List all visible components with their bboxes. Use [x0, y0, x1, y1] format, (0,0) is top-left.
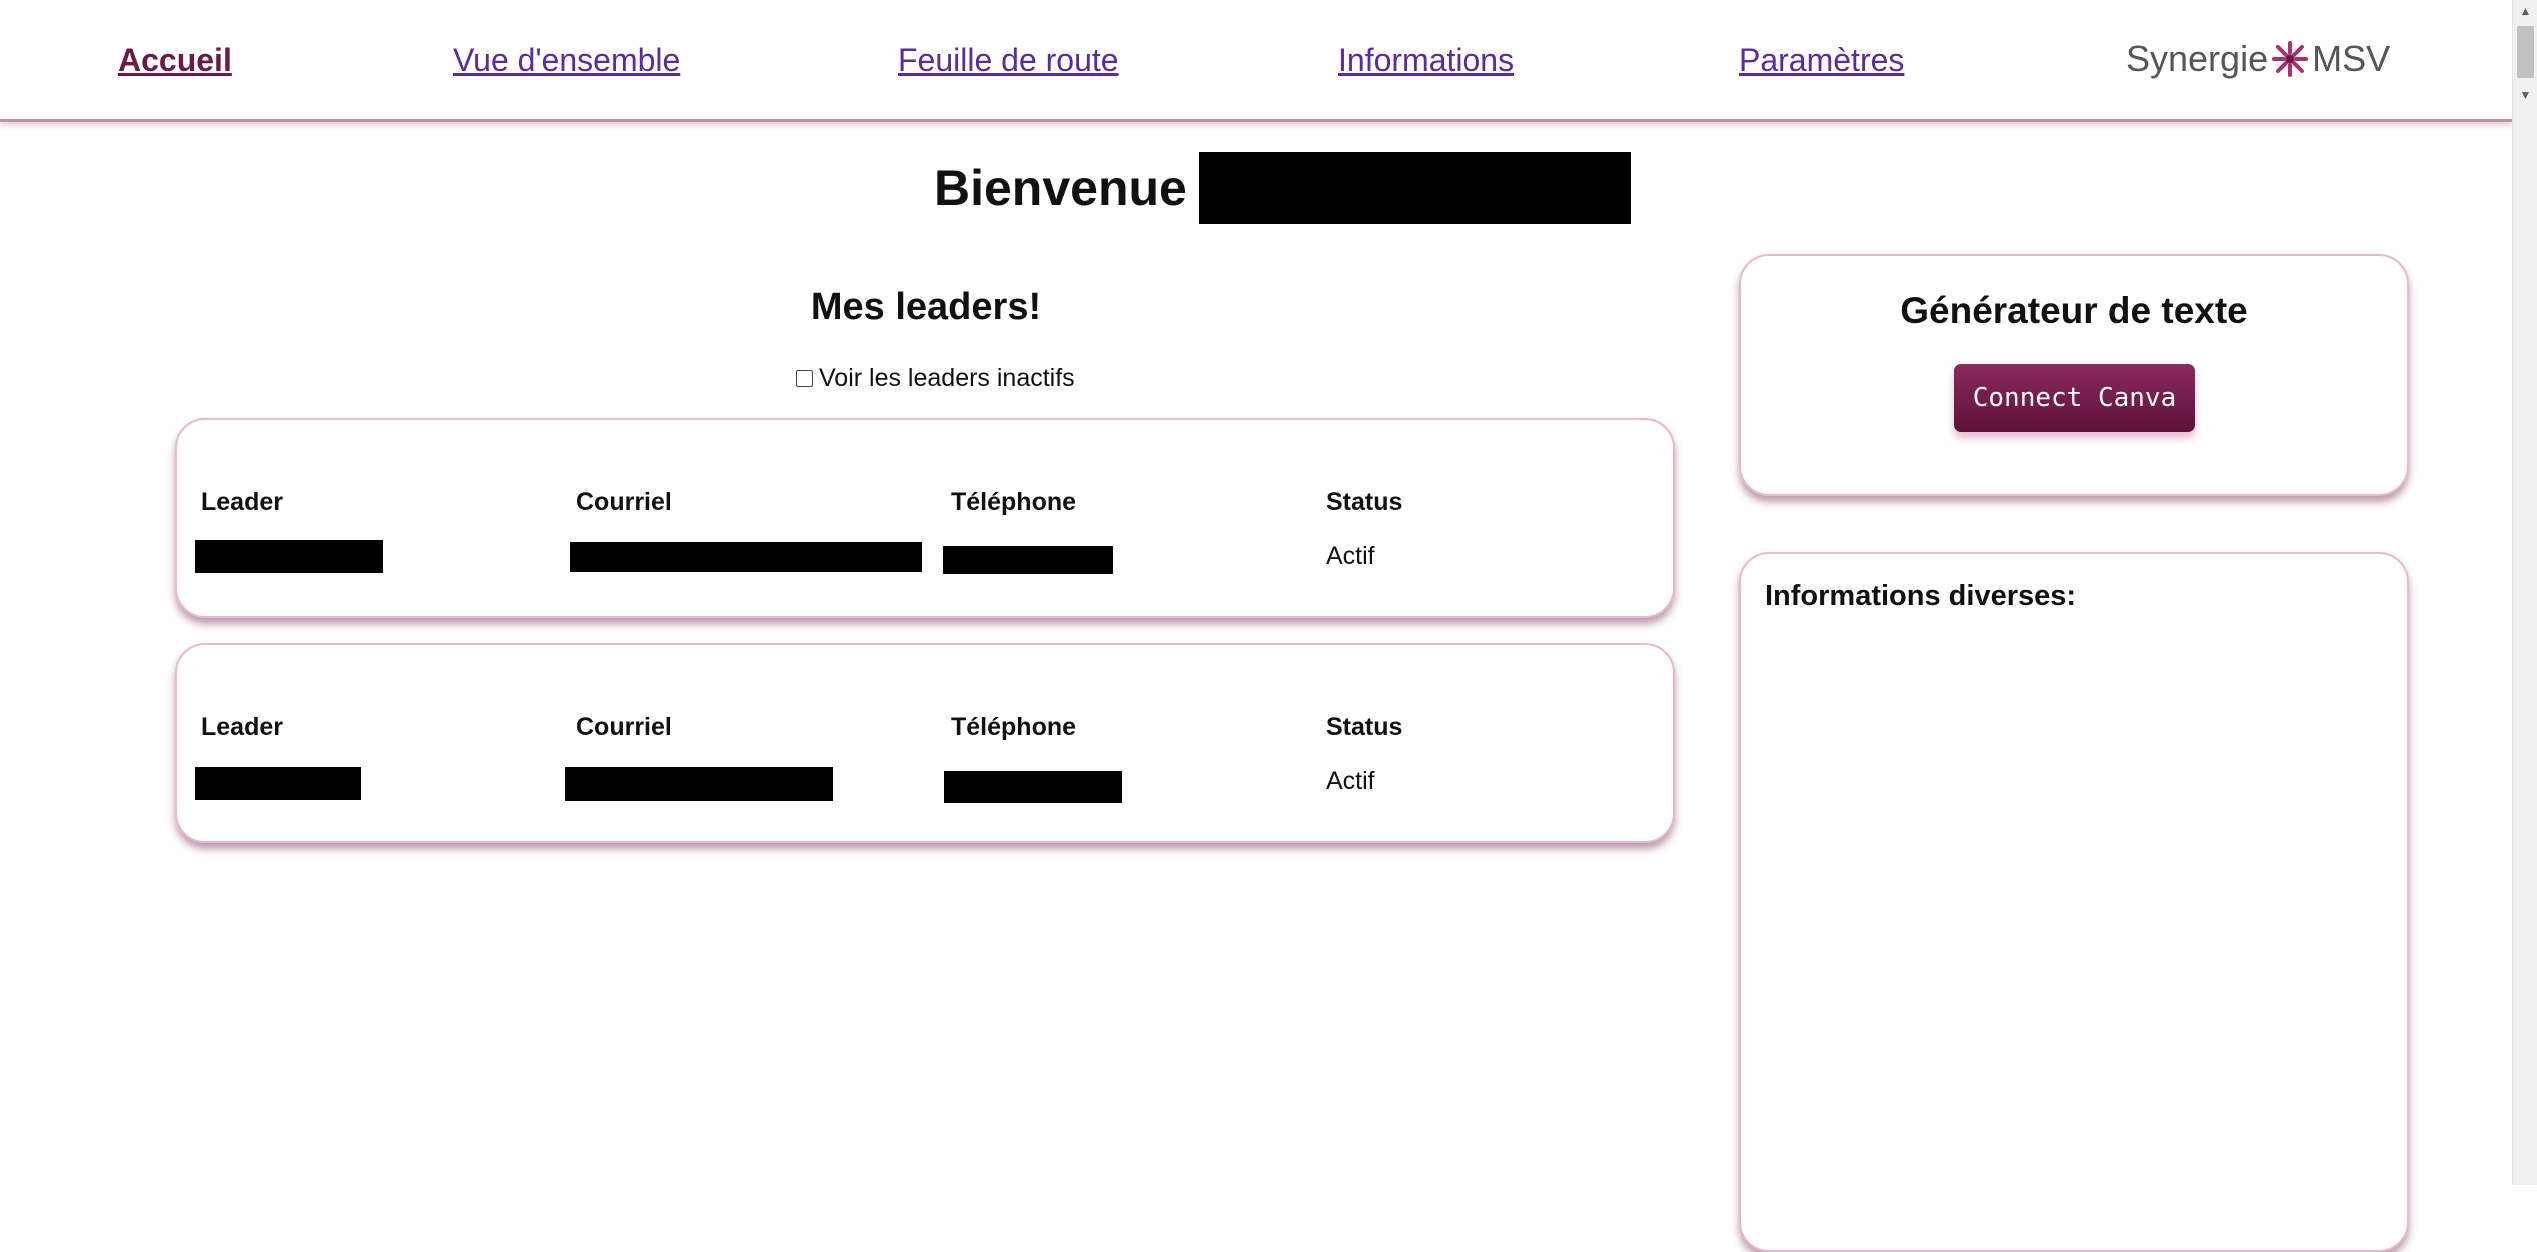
redacted-leader-name	[195, 767, 361, 800]
leader-card: Leader Courriel Téléphone Status Actif	[175, 418, 1675, 618]
brand-name-left: Synergie	[2126, 38, 2269, 79]
scroll-down-arrow-icon[interactable]: ▼	[2513, 84, 2537, 106]
scrollbar-thumb[interactable]	[2517, 26, 2534, 78]
welcome-title: Bienvenue	[934, 160, 1187, 216]
scroll-up-arrow-icon[interactable]: ▲	[2513, 0, 2537, 22]
brand-name-right: MSV	[2312, 38, 2391, 79]
leader-status: Actif	[1326, 767, 1375, 795]
column-header-email: Courriel	[576, 713, 672, 741]
column-header-leader: Leader	[201, 713, 283, 741]
connect-canva-button[interactable]: Connect Canva	[1954, 364, 2195, 432]
column-header-phone: Téléphone	[951, 713, 1077, 741]
synergie-logo-icon	[2270, 39, 2310, 79]
column-header-email: Courriel	[576, 488, 672, 516]
column-header-phone: Téléphone	[951, 488, 1077, 516]
show-inactive-leaders-toggle[interactable]: Voir les leaders inactifs	[796, 364, 1075, 393]
nav-link-vue-ensemble[interactable]: Vue d'ensemble	[453, 42, 680, 79]
nav-link-parametres[interactable]: Paramètres	[1739, 42, 1904, 79]
text-generator-title: Générateur de texte	[1900, 290, 2248, 331]
misc-info-card: Informations diverses:	[1739, 552, 2409, 1252]
column-header-status: Status	[1326, 488, 1403, 516]
redacted-leader-phone	[944, 771, 1122, 803]
redacted-leader-name	[195, 540, 383, 573]
nav-link-accueil[interactable]: Accueil	[118, 42, 232, 79]
misc-info-title: Informations diverses:	[1765, 580, 2077, 612]
leader-status: Actif	[1326, 542, 1375, 570]
redacted-user-name	[1198, 152, 1631, 224]
column-header-leader: Leader	[201, 488, 283, 516]
column-header-status: Status	[1326, 713, 1403, 741]
nav-link-feuille-de-route[interactable]: Feuille de route	[898, 42, 1119, 79]
show-inactive-label: Voir les leaders inactifs	[819, 364, 1075, 392]
page-scrollbar[interactable]: ▲ ▼	[2512, 0, 2537, 1185]
leaders-section-title: Mes leaders!	[810, 286, 1042, 328]
redacted-leader-phone	[943, 546, 1113, 574]
leader-card: Leader Courriel Téléphone Status Actif	[175, 643, 1675, 843]
show-inactive-checkbox[interactable]	[796, 370, 813, 387]
brand-logo[interactable]: Synergie MSV	[2126, 38, 2390, 80]
nav-link-informations[interactable]: Informations	[1338, 42, 1514, 79]
top-navbar: Accueil Vue d'ensemble Feuille de route …	[0, 0, 2512, 122]
welcome-heading: Bienvenue	[934, 152, 1631, 224]
text-generator-card: Générateur de texte Connect Canva	[1739, 254, 2409, 496]
redacted-leader-email	[565, 767, 833, 801]
redacted-leader-email	[570, 542, 922, 572]
